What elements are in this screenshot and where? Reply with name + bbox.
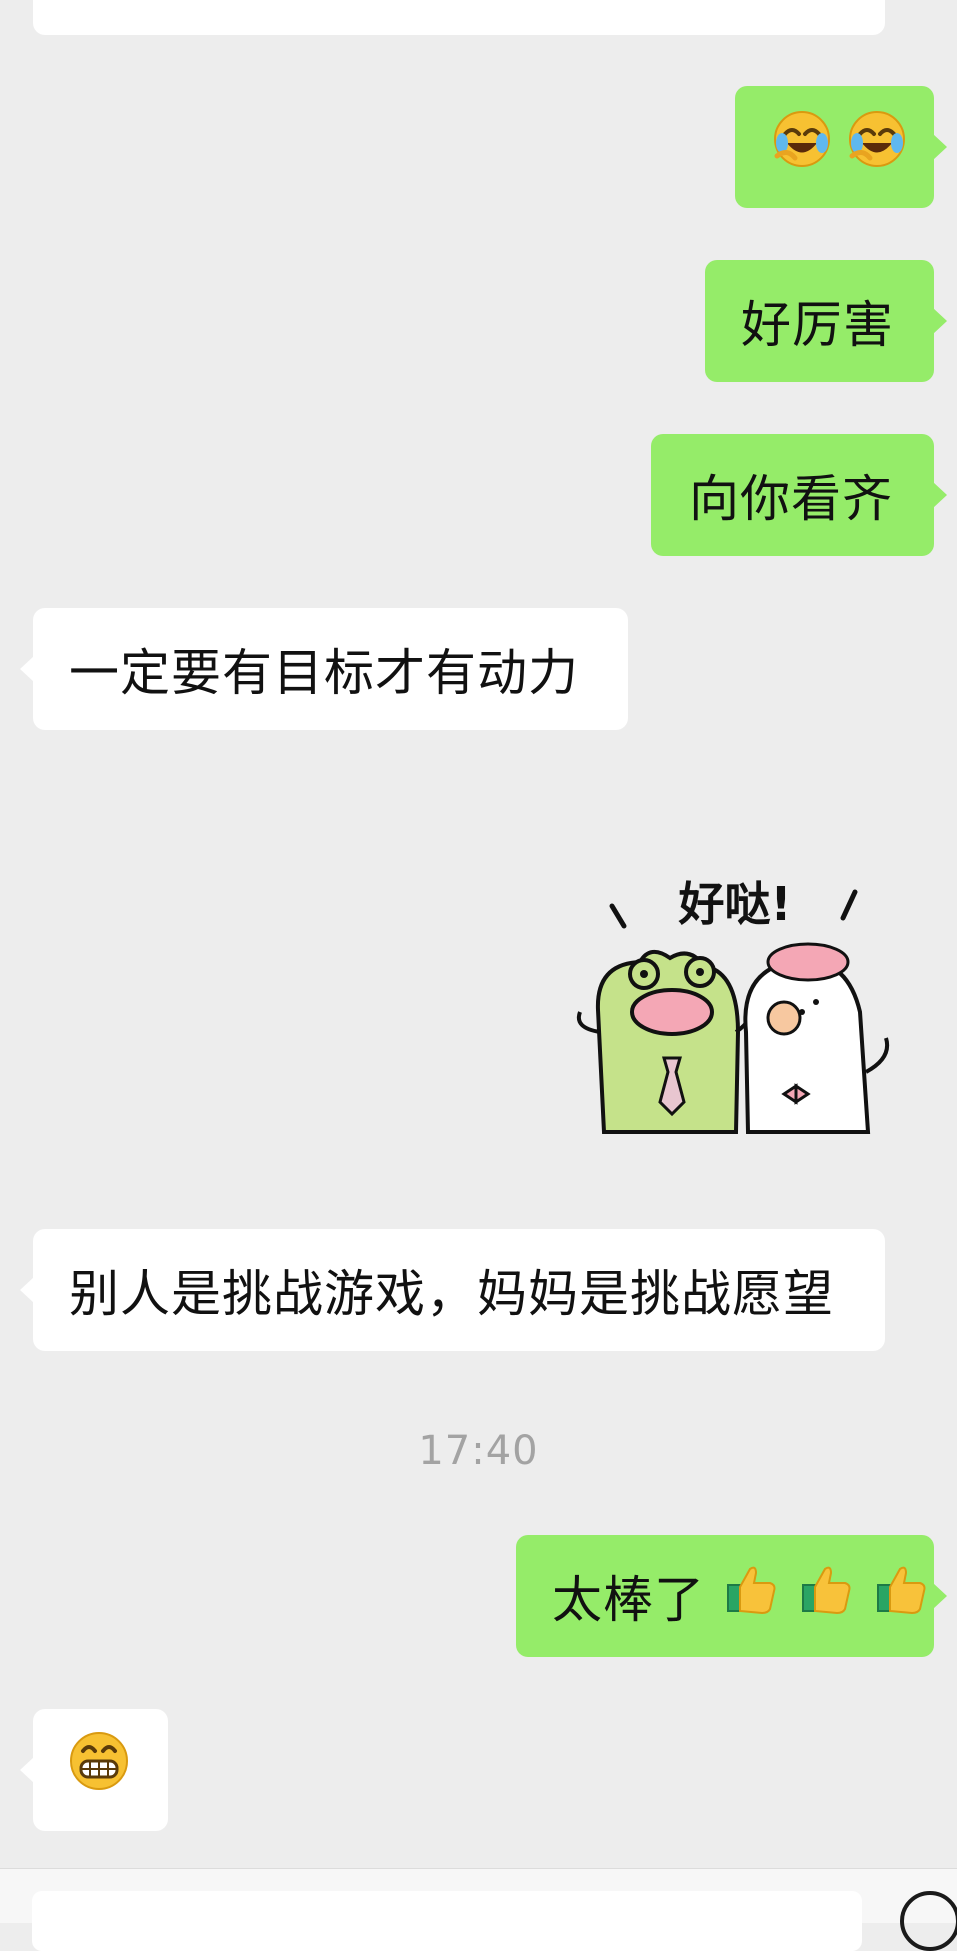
thumbs-up-icon [797, 1539, 855, 1661]
face-with-tears-of-joy-icon [773, 90, 831, 212]
message-bubble-outgoing[interactable] [735, 86, 947, 208]
message-bubble-incoming[interactable] [20, 1709, 168, 1831]
message-bubble-outgoing[interactable]: 向你看齐 [651, 434, 947, 556]
message-text: 好厉害 [741, 295, 894, 354]
thumbs-up-icon [722, 1539, 780, 1661]
message-bubble-incoming[interactable] [33, 0, 885, 35]
message-text: 别人是挑战游戏，妈妈是挑战愿望 [69, 1264, 834, 1323]
input-bar [0, 1868, 957, 1951]
emoji-button[interactable] [900, 1891, 957, 1951]
face-with-tears-of-joy-icon [848, 90, 906, 212]
message-text: 太棒了 [552, 1570, 705, 1629]
sticker-frog-and-chick[interactable]: 好哒! [540, 862, 930, 1152]
message-text: 向你看齐 [689, 469, 893, 528]
message-bubble-incoming[interactable]: 一定要有目标才有动力 [20, 608, 628, 730]
sticker-text: 好哒! [678, 877, 792, 931]
message-input[interactable] [32, 1891, 862, 1951]
message-bubble-outgoing[interactable]: 太棒了 [516, 1535, 947, 1657]
message-text: 一定要有目标才有动力 [69, 643, 579, 702]
grinning-face-icon [69, 1713, 129, 1835]
message-timestamp: 17:40 [418, 1428, 539, 1474]
message-bubble-incoming[interactable]: 别人是挑战游戏，妈妈是挑战愿望 [20, 1229, 885, 1351]
chat-view[interactable]: 好厉害 向你看齐 一定要有目标才有动力 好哒! 别人是挑战游戏，妈妈是挑战愿望 … [0, 0, 957, 1951]
message-bubble-outgoing[interactable]: 好厉害 [705, 260, 947, 382]
thumbs-up-icon [872, 1539, 930, 1661]
